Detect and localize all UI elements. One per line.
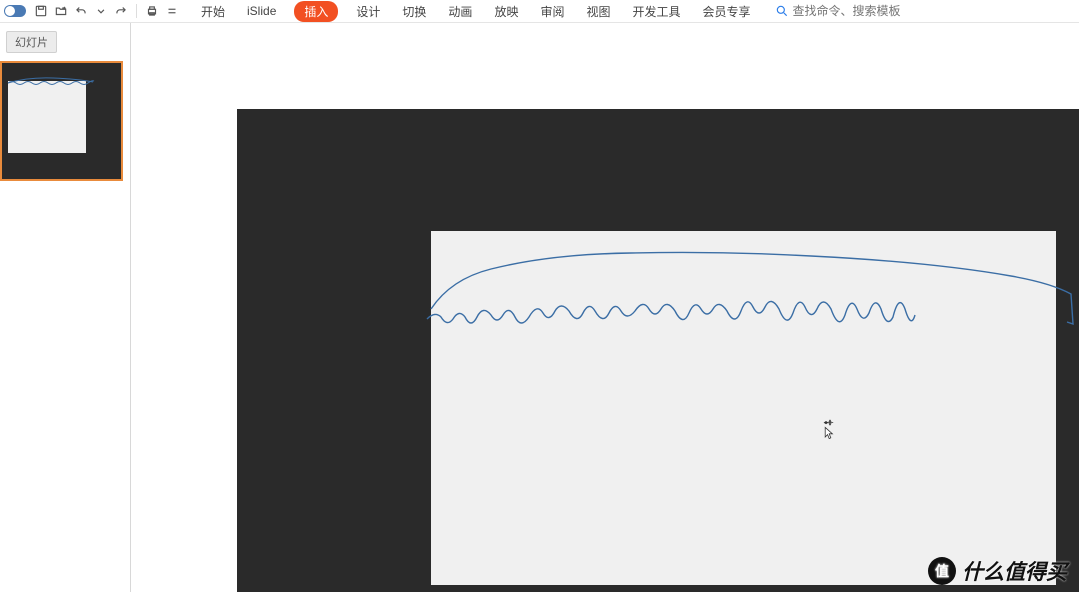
undo-icon[interactable] <box>72 2 90 20</box>
tab-transition[interactable]: 切换 <box>398 1 430 22</box>
freeform-drawing <box>427 249 1079 369</box>
watermark-text: 什么值得买 <box>962 556 1067 586</box>
slide-panel-tab[interactable]: 幻灯片 <box>6 31 57 53</box>
tab-devtools[interactable]: 开发工具 <box>628 1 684 22</box>
search-input[interactable] <box>793 4 933 18</box>
tab-review[interactable]: 审阅 <box>536 1 568 22</box>
tab-islide[interactable]: iSlide <box>243 2 280 20</box>
tab-design[interactable]: 设计 <box>352 1 384 22</box>
tab-animation[interactable]: 动画 <box>444 1 476 22</box>
print-icon[interactable] <box>143 2 161 20</box>
redo-icon[interactable] <box>112 2 130 20</box>
tab-member[interactable]: 会员专享 <box>699 1 755 22</box>
ribbon-tabs: 开始 iSlide 插入 设计 切换 动画 放映 审阅 视图 开发工具 会员专享 <box>197 1 755 22</box>
overflow-icon[interactable] <box>163 2 181 20</box>
chevron-down-icon[interactable] <box>92 2 110 20</box>
slide-panel: 幻灯片 <box>0 23 131 592</box>
main-area: 幻灯片 值 <box>0 23 1079 592</box>
save-icon[interactable] <box>32 2 50 20</box>
tab-view[interactable]: 视图 <box>582 1 614 22</box>
thumbnail-scribble <box>6 77 96 93</box>
tab-start[interactable]: 开始 <box>197 1 229 22</box>
site-watermark: 值 什么值得买 <box>928 556 1067 586</box>
slide-stage <box>237 109 1079 592</box>
top-toolbar: 开始 iSlide 插入 设计 切换 动画 放映 审阅 视图 开发工具 会员专享 <box>0 0 1079 23</box>
command-search[interactable] <box>775 4 933 18</box>
watermark-badge-icon: 值 <box>928 557 956 585</box>
toolbar-separator <box>136 4 137 18</box>
tab-slideshow[interactable]: 放映 <box>490 1 522 22</box>
search-icon <box>775 4 789 18</box>
slide-thumbnail-1[interactable] <box>0 61 123 181</box>
tab-insert[interactable]: 插入 <box>294 1 338 22</box>
editor-canvas[interactable]: 值 什么值得买 <box>131 23 1079 592</box>
open-icon[interactable] <box>52 2 70 20</box>
move-cursor-icon <box>822 419 838 442</box>
reading-mode-toggle[interactable] <box>4 5 26 17</box>
